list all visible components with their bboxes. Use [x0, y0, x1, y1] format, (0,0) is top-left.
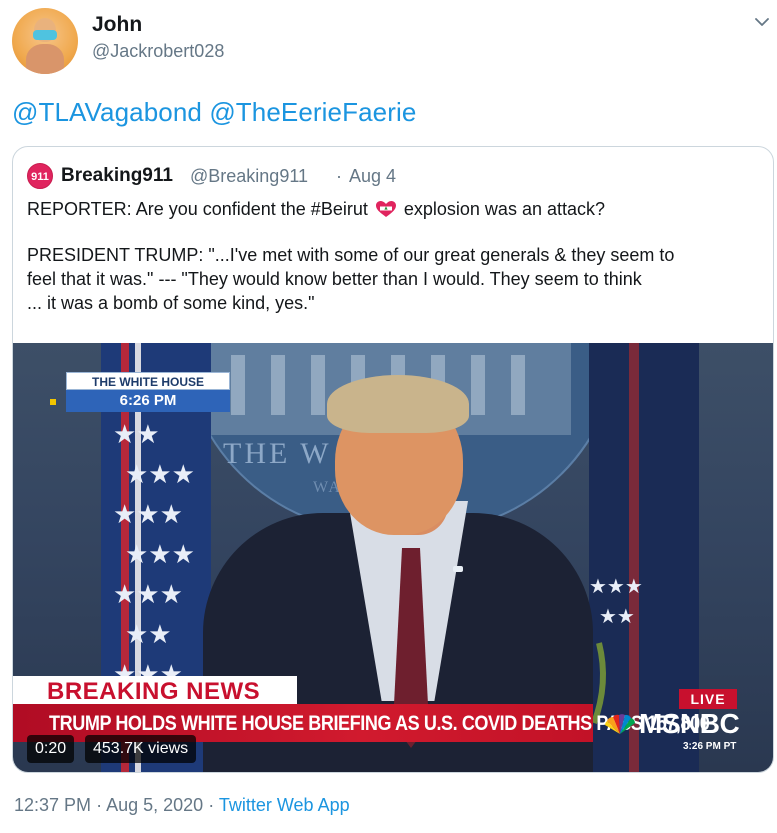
speaker-hair: [327, 375, 469, 433]
footer-separator: ·: [208, 795, 215, 815]
quoted-avatar[interactable]: 911: [27, 163, 53, 189]
svg-text:★★: ★★: [113, 419, 160, 449]
breaking-news-label: BREAKING NEWS: [47, 678, 261, 705]
quoted-date[interactable]: Aug 4: [349, 166, 396, 187]
quoted-separator: ·: [336, 166, 342, 186]
svg-text:★★★: ★★★: [125, 539, 195, 569]
tweet-date[interactable]: Aug 5, 2020: [106, 795, 203, 815]
video-views: 453.7K views: [85, 735, 197, 763]
author-display-name[interactable]: John: [92, 13, 142, 37]
mention-link[interactable]: @TLAVagabond: [12, 97, 202, 127]
tweet-time[interactable]: 12:37 PM: [14, 795, 91, 815]
svg-text:★★: ★★: [599, 606, 635, 628]
tweet-text: @TLAVagabond @TheEerieFaerie: [12, 97, 416, 128]
svg-text:★★★: ★★★: [125, 459, 195, 489]
lapel-pin: [453, 566, 463, 572]
tweet-card: John @Jackrobert028 @TLAVagabond @TheEer…: [0, 0, 777, 833]
quoted-line-2: PRESIDENT TRUMP: "...I've met with some …: [27, 245, 675, 265]
quoted-line-3: feel that it was." --- "They would know …: [27, 269, 642, 289]
network-time: 3:26 PM PT: [683, 741, 737, 752]
svg-text:★★★: ★★★: [113, 579, 183, 609]
quoted-body: REPORTER: Are you confident the #Beirut …: [27, 197, 767, 315]
source-app-link[interactable]: Twitter Web App: [219, 795, 350, 815]
chevron-down-icon[interactable]: [754, 14, 770, 30]
video-elapsed: 0:20: [27, 735, 75, 763]
quoted-tweet[interactable]: 911 Breaking911 @Breaking911 · Aug 4 REP…: [12, 146, 774, 773]
svg-text:★★★: ★★★: [113, 499, 183, 529]
lebanon-flag-heart-icon: [375, 201, 396, 217]
quoted-line-1: REPORTER: Are you confident the #Beirut …: [27, 197, 767, 221]
location-label: THE WHITE HOUSE: [66, 372, 230, 390]
avatar-mask: [33, 30, 57, 40]
avatar-body: [26, 44, 64, 74]
quoted-handle[interactable]: @Breaking911: [190, 166, 308, 187]
video-player[interactable]: THE W HOUSE WA N ★★ ★★★ ★★★ ★★★ ★★★ ★★ ★…: [13, 343, 773, 772]
location-chyron: THE WHITE HOUSE 6:26 PM: [66, 372, 230, 412]
svg-text:★★: ★★: [125, 619, 172, 649]
network-logo-text: MSNBC: [639, 708, 740, 739]
footer-separator: ·: [96, 795, 103, 815]
location-marker: [50, 399, 56, 405]
avatar[interactable]: [12, 8, 78, 74]
location-time: 6:26 PM: [66, 390, 230, 412]
mention-link[interactable]: @TheEerieFaerie: [209, 97, 416, 127]
peacock-icon: [605, 714, 635, 734]
author-handle[interactable]: @Jackrobert028: [92, 41, 224, 62]
quoted-text: explosion was an attack?: [403, 199, 605, 219]
quoted-display-name[interactable]: Breaking911: [61, 165, 173, 187]
quoted-line-4: ... it was a bomb of some kind, yes.": [27, 293, 315, 313]
tweet-footer: 12:37 PM · Aug 5, 2020 · Twitter Web App: [14, 795, 350, 816]
live-badge: LIVE: [679, 689, 737, 709]
svg-text:★★★: ★★★: [589, 576, 643, 598]
quoted-text: REPORTER: Are you confident the #Beirut: [27, 199, 368, 219]
